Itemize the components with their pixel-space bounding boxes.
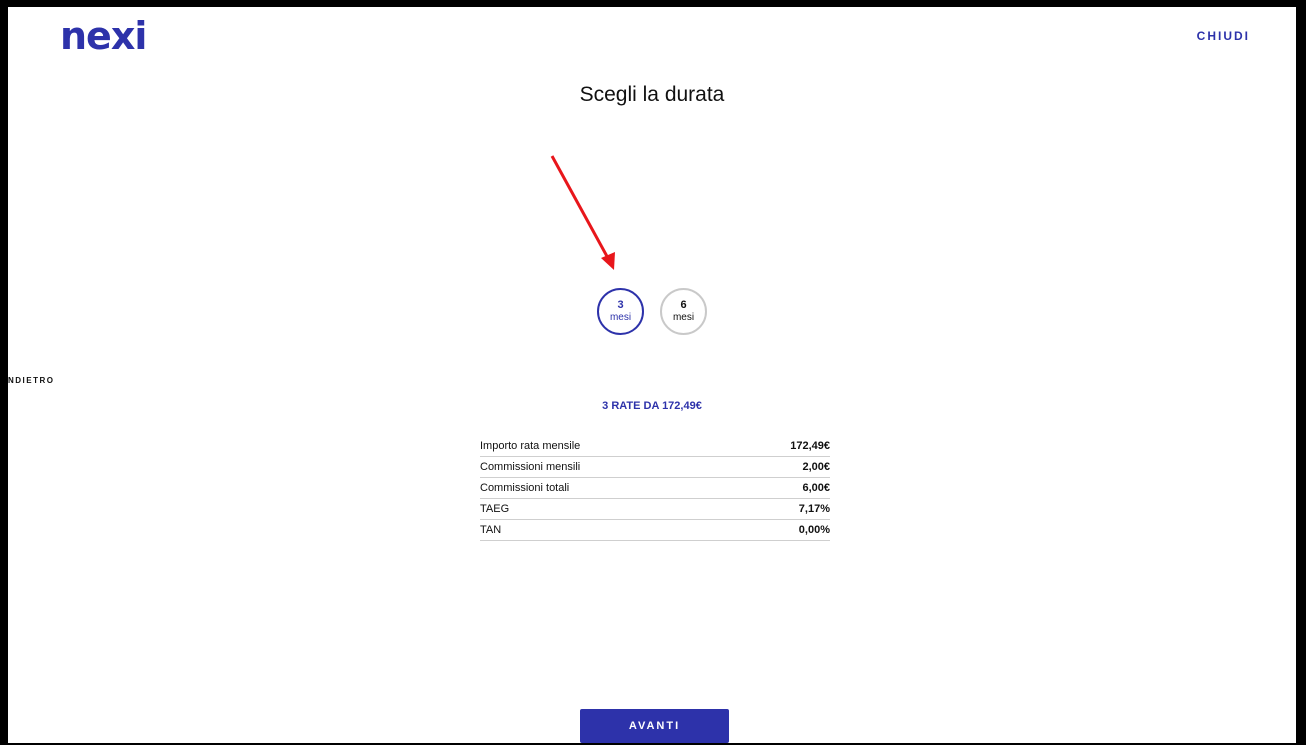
detail-label: Commissioni mensili — [480, 461, 581, 473]
detail-value: 7,17% — [798, 503, 830, 515]
page-title: Scegli la durata — [579, 83, 725, 106]
installment-summary: 3 RATE DA 172,49€ — [602, 400, 702, 412]
duration-number: 6 — [680, 299, 687, 311]
annotation-arrow-icon — [550, 155, 615, 270]
detail-value: 172,49€ — [790, 440, 830, 452]
duration-number: 3 — [617, 299, 624, 311]
detail-row: Importo rata mensile 172,49€ — [480, 436, 830, 457]
detail-row: TAN 0,00% — [480, 520, 830, 541]
duration-unit: mesi — [609, 312, 632, 323]
detail-value: 2,00€ — [802, 461, 830, 473]
detail-value: 0,00% — [798, 524, 830, 536]
detail-label: Commissioni totali — [480, 482, 570, 494]
close-button[interactable]: CHIUDI — [1197, 29, 1250, 43]
detail-label: Importo rata mensile — [480, 440, 581, 452]
nexi-logo: nexi — [60, 14, 147, 58]
detail-row: Commissioni mensili 2,00€ — [480, 457, 830, 478]
detail-value: 6,00€ — [802, 482, 830, 494]
avanti-button[interactable]: AVANTI — [580, 709, 729, 743]
duration-unit: mesi — [672, 312, 695, 323]
duration-option-6-months[interactable]: 6 mesi — [660, 288, 707, 335]
detail-row: TAEG 7,17% — [480, 499, 830, 520]
detail-label: TAEG — [480, 503, 510, 515]
details-table: Importo rata mensile 172,49€ Commissioni… — [480, 436, 830, 541]
page-frame: nexi CHIUDI Scegli la durata 3 mesi 6 me… — [8, 7, 1296, 743]
detail-label: TAN — [480, 524, 502, 536]
back-link[interactable]: NDIETRO — [8, 376, 55, 385]
duration-selector: 3 mesi 6 mesi — [597, 288, 707, 335]
duration-option-3-months[interactable]: 3 mesi — [597, 288, 644, 335]
detail-row: Commissioni totali 6,00€ — [480, 478, 830, 499]
